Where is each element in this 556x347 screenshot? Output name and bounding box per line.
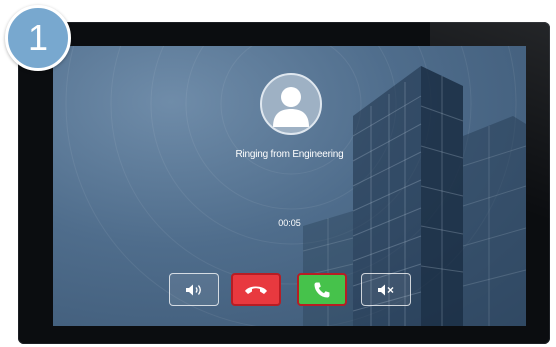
- mute-button[interactable]: [361, 273, 411, 306]
- speaker-button[interactable]: [169, 273, 219, 306]
- caller-avatar: [260, 73, 322, 135]
- call-timer: 00:05: [278, 218, 301, 228]
- speaker-icon: [186, 284, 201, 295]
- answer-call-button[interactable]: [297, 273, 347, 306]
- hang-up-icon: [245, 286, 267, 294]
- phone-answer-icon: [314, 282, 330, 297]
- call-status-text: Ringing from Engineering: [235, 149, 344, 160]
- call-screen: Ringing from Engineering 00:05: [53, 46, 526, 326]
- mute-icon: [378, 284, 394, 295]
- person-icon: [273, 87, 309, 127]
- decline-call-button[interactable]: [231, 273, 281, 306]
- step-number-badge: 1: [5, 5, 71, 71]
